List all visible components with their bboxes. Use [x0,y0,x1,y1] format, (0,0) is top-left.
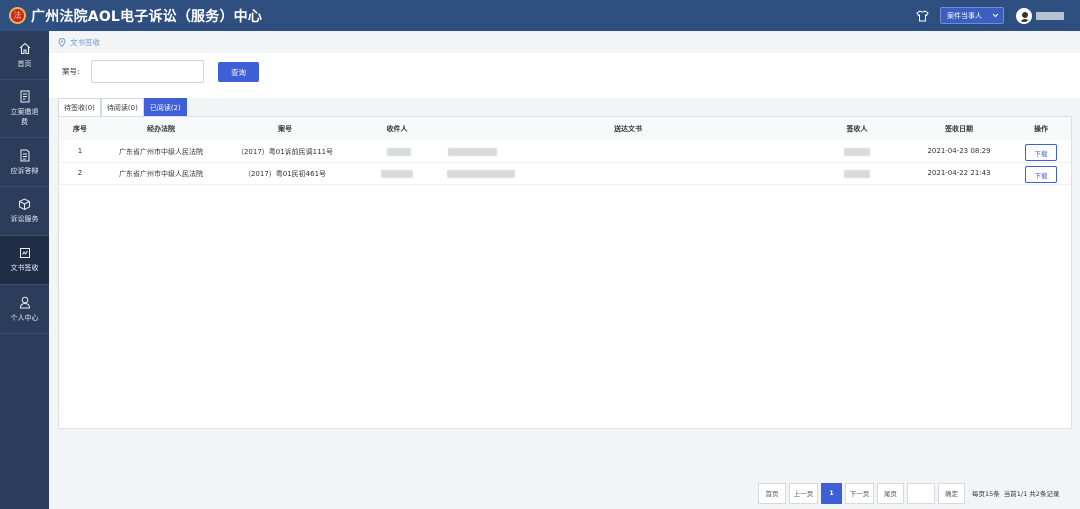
row-sign-date: 2021-04-23 08:29 [927,147,991,155]
signer-redacted [844,148,870,156]
role-select-value: 案件当事人 [947,11,982,20]
sidebar-item-document-sign[interactable]: 文书签收 [0,236,49,285]
sidebar-item-label: 首页 [17,59,32,68]
row-court: 广东省广州市中级人民法院 [119,170,203,178]
sidebar-item-home[interactable]: 首页 [0,31,49,80]
col-index: 序号 [73,125,87,133]
per-page-text: 每页15条 [972,490,1000,498]
chevron-down-icon [992,12,999,20]
col-document: 送达文书 [614,125,642,133]
col-court: 经办法院 [147,125,175,133]
signature-icon [19,248,30,258]
sidebar-item-defense[interactable]: 应诉答辩 [0,138,49,187]
document-redacted [448,148,497,156]
app-title: 广州法院AOL电子诉讼（服务）中心 [31,8,263,25]
document-redacted [447,170,515,178]
breadcrumb: 文书签收 [49,31,1080,53]
sidebar-item-label: 应诉答辩 [10,166,39,175]
case-number-label: 案号: [62,67,80,76]
page-summary-text: 当前1/1 共2条记录 [1003,490,1060,498]
court-logo: 法 [9,7,26,24]
page-jump-input[interactable] [907,482,935,504]
next-page-button[interactable]: 下一页 [845,482,874,504]
confirm-jump-button[interactable]: 确定 [938,482,965,504]
sidebar: 首页 立案缴退费 应诉答辩 诉讼服务 文书签收 个人中心 [0,31,49,509]
sidebar-item-profile[interactable]: 个人中心 [0,285,49,334]
row-index: 1 [77,147,83,155]
row-case-no: （2017）粤01民初461号 [243,170,327,178]
sidebar-item-label: 诉讼服务 [10,215,39,223]
username-redacted[interactable] [1036,11,1064,20]
col-sign-date: 签收日期 [945,125,973,133]
table-header: 序号 经办法院 案号 收件人 送达文书 签收人 签收日期 操作 [59,117,1071,140]
sidebar-item-service[interactable]: 诉讼服务 [0,187,49,236]
recipient-redacted [387,148,411,156]
sidebar-item-filing[interactable]: 立案缴退费 [0,80,49,138]
top-right-area: 案件当事人 [914,7,1064,24]
main-content: 待签收(0) 待阅读(0) 已阅读(2) 序号 经办法院 案号 收件人 送达文书… [58,98,1072,429]
box-icon [19,198,30,210]
col-recipient: 收件人 [386,125,408,133]
tab-pending-read[interactable]: 待阅读(0) [100,98,144,116]
col-case-no: 案号 [278,125,292,133]
first-page-button[interactable]: 首页 [758,482,786,504]
page-1-button[interactable]: 1 [821,482,842,504]
query-button[interactable]: 查询 [218,62,259,82]
last-page-button[interactable]: 尾页 [877,482,904,504]
recipient-redacted [381,170,413,178]
table-row: 2 广东省广州市中级人民法院 （2017）粤01民初461号 2021-04-2… [59,163,1071,185]
pagination: 首页 上一页 1 下一页 尾页 确定 每页15条 当前1/1 共2条记录 [758,482,1059,504]
row-court: 广东省广州市中级人民法院 [119,148,203,156]
role-select[interactable]: 案件当事人 [940,7,1004,24]
signer-redacted [844,170,870,178]
case-number-input[interactable] [91,60,204,83]
sidebar-item-label: 立案缴退费 [10,108,39,126]
user-icon [19,296,30,308]
document-icon [20,149,29,161]
tab-bar: 待签收(0) 待阅读(0) 已阅读(2) [58,98,1072,116]
file-icon [20,90,29,103]
download-button[interactable]: 下载 [1025,166,1057,183]
prev-page-button[interactable]: 上一页 [789,482,818,504]
col-action: 操作 [1034,125,1048,133]
breadcrumb-label[interactable]: 文书签收 [70,37,100,48]
search-panel: 案号: 查询 [49,53,1080,98]
download-button[interactable]: 下载 [1025,144,1057,161]
row-sign-date: 2021-04-22 21:43 [927,169,991,177]
home-icon [19,42,30,54]
avatar[interactable] [1016,7,1032,24]
location-icon [58,37,66,47]
tab-pending-sign[interactable]: 待签收(0) [58,98,101,116]
sidebar-item-label: 个人中心 [10,313,39,322]
col-signer: 签收人 [846,125,868,133]
sidebar-item-label: 文书签收 [10,264,39,272]
row-case-no: （2017）粤01诉前民调111号 [236,148,334,156]
table-row: 1 广东省广州市中级人民法院 （2017）粤01诉前民调111号 2021-04… [59,141,1071,163]
tab-read[interactable]: 已阅读(2) [143,98,187,116]
documents-table: 序号 经办法院 案号 收件人 送达文书 签收人 签收日期 操作 1 广东省广州市… [58,116,1072,429]
row-index: 2 [77,169,83,177]
shirt-icon[interactable] [914,8,930,24]
top-bar: 法 广州法院AOL电子诉讼（服务）中心 案件当事人 [0,0,1080,31]
